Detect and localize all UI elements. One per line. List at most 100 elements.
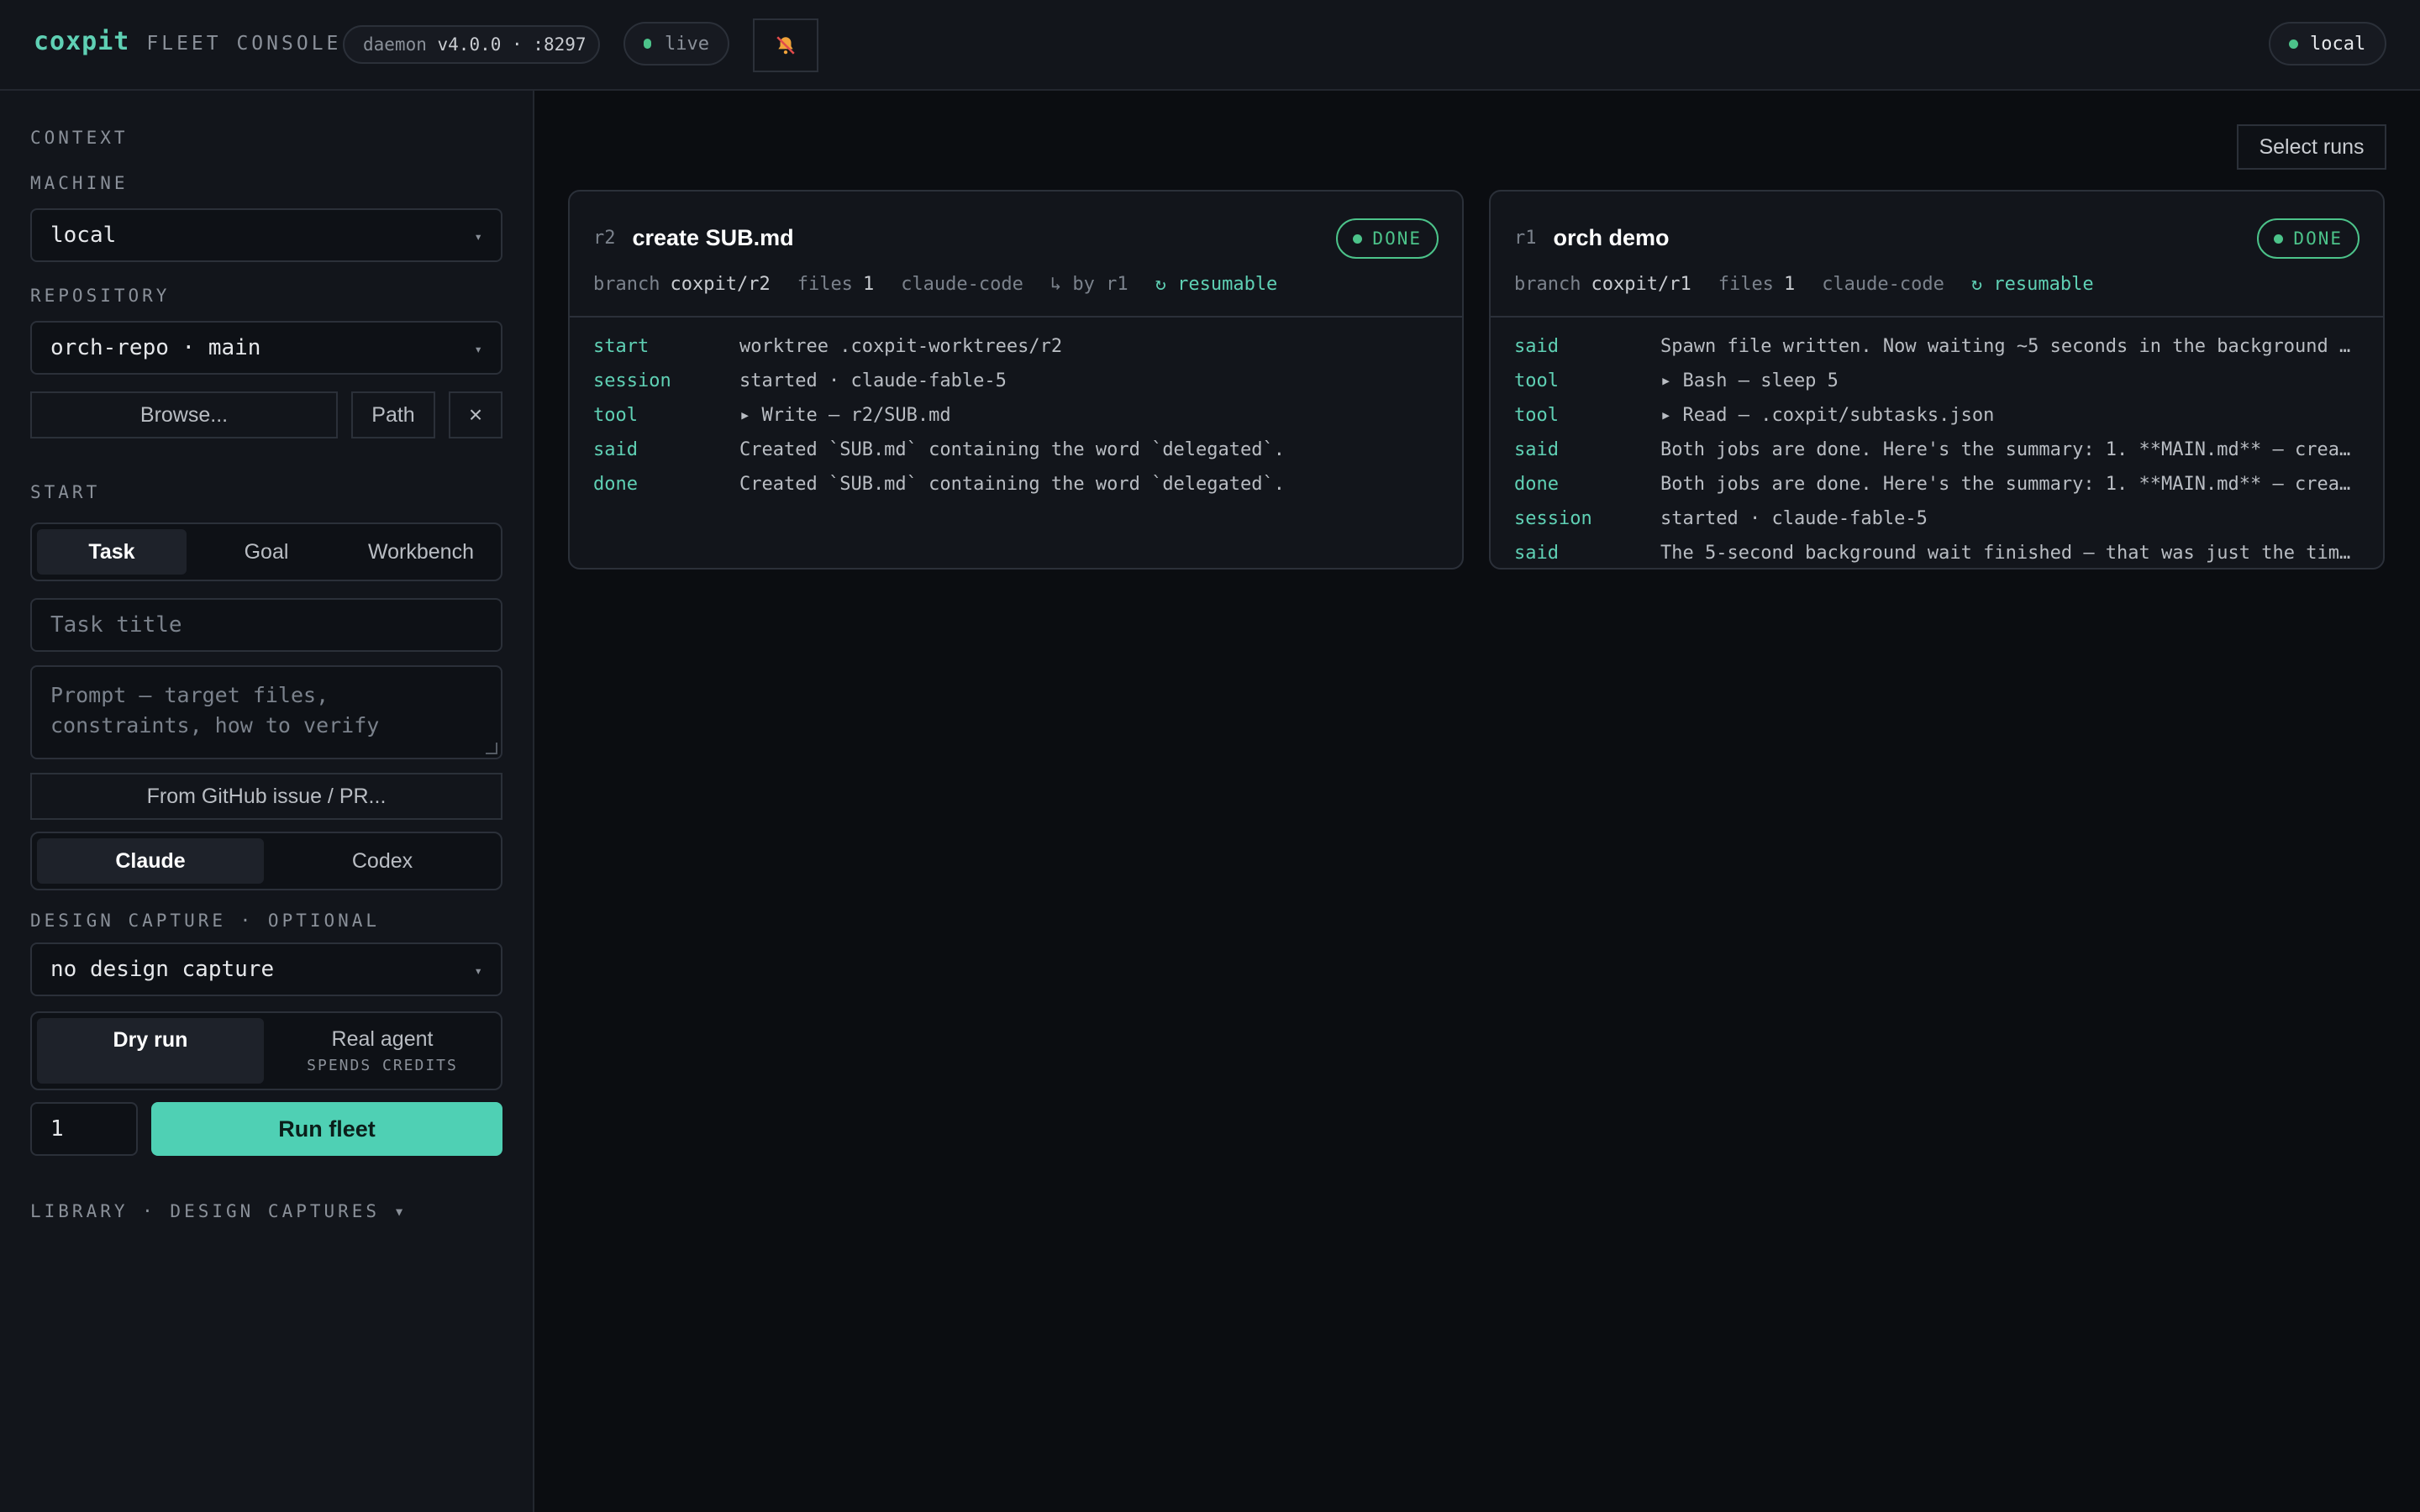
live-dot-icon — [644, 39, 652, 49]
brand-subtitle: FLEET CONSOLE — [146, 33, 342, 55]
resumable-meta: ↻ resumable — [1155, 273, 1278, 295]
log-row: session started · claude-fable-5 — [1514, 501, 2360, 536]
select-runs-button[interactable]: Select runs — [2237, 124, 2386, 170]
daemon-version: v4.0.0 · :8297 — [437, 34, 587, 55]
branch-value: coxpit/r2 — [670, 273, 771, 295]
machine-label: MACHINE — [30, 173, 129, 193]
run-mode-tabs: Dry run Real agent SPENDS CREDITS — [30, 1011, 502, 1090]
repository-select[interactable]: orch-repo · main ▾ — [30, 321, 502, 375]
log-text: ▸ Bash — sleep 5 — [1660, 370, 1839, 391]
spends-credits-label: SPENDS CREDITS — [307, 1057, 458, 1074]
log-text: Created `SUB.md` containing the word `de… — [739, 474, 1286, 495]
brand-name: coxpit — [34, 27, 130, 56]
machine-status-text: local — [2310, 33, 2366, 55]
run-id: r2 — [593, 227, 616, 249]
prompt-placeholder: Prompt — target files, constraints, how … — [50, 683, 380, 738]
log-kind: done — [593, 474, 638, 495]
machine-status-badge[interactable]: local — [2269, 22, 2386, 66]
log-text: worktree .coxpit-worktrees/r2 — [739, 336, 1063, 357]
engine-meta: claude-code — [901, 273, 1023, 295]
repository-select-value: orch-repo · main — [50, 335, 261, 360]
log-row: done Both jobs are done. Here's the summa… — [1514, 467, 2360, 501]
branch-value: coxpit/r1 — [1591, 273, 1691, 295]
tab-workbench[interactable]: Workbench — [346, 529, 496, 575]
log-row: said Both jobs are done. Here's the summa… — [1514, 433, 2360, 467]
status-text: DONE — [1372, 228, 1422, 249]
card-meta: branch coxpit/r1 files 1 claude-code ↻ res… — [1514, 269, 2360, 299]
design-capture-value: no design capture — [50, 957, 275, 982]
dry-run-label: Dry run — [113, 1028, 188, 1052]
context-section-label: CONTEXT — [30, 128, 129, 148]
branch-label: branch — [593, 273, 660, 295]
log-kind: tool — [593, 405, 638, 426]
log-row: session started · claude-fable-5 — [593, 364, 1439, 398]
agent-tabs: Claude Codex — [30, 832, 502, 890]
card-divider — [1491, 316, 2383, 318]
machine-select[interactable]: local ▾ — [30, 208, 502, 262]
run-card-r2[interactable]: r2 create SUB.md DONE branch coxpit/r2 fi… — [568, 190, 1464, 570]
run-log: start worktree .coxpit-worktrees/r2 sessi… — [593, 329, 1439, 501]
library-design-captures-toggle[interactable]: LIBRARY · DESIGN CAPTURES ▾ — [30, 1201, 408, 1221]
engine-meta: claude-code — [1822, 273, 1944, 295]
design-capture-select[interactable]: no design capture ▾ — [30, 942, 502, 996]
files-value: 1 — [862, 273, 875, 295]
run-title: create SUB.md — [632, 224, 794, 250]
prompt-textarea[interactable]: Prompt — target files, constraints, how … — [30, 665, 502, 759]
files-meta: files 1 — [797, 274, 874, 295]
status-dot-icon — [1353, 234, 1363, 244]
chevron-down-icon: ▾ — [474, 963, 482, 979]
log-kind: session — [593, 370, 671, 391]
run-card-r1[interactable]: r1 orch demo DONE branch coxpit/r1 files 1… — [1489, 190, 2385, 570]
bell-slash-icon — [776, 36, 795, 55]
mute-notifications-button[interactable] — [753, 18, 818, 72]
fleet-count-input[interactable]: 1 — [30, 1102, 138, 1156]
run-title: orch demo — [1553, 224, 1670, 250]
log-text: The 5-second background wait finished — … — [1660, 543, 2351, 564]
card-divider — [570, 316, 1462, 318]
tab-codex[interactable]: Codex — [269, 838, 496, 884]
log-kind: said — [1514, 439, 1559, 460]
log-kind: said — [1514, 336, 1559, 357]
log-row: said The 5-second background wait finishe… — [1514, 536, 2360, 568]
tab-dry-run[interactable]: Dry run — [37, 1018, 264, 1084]
run-log: said Spawn file written. Now waiting ~5 s… — [1514, 329, 2360, 568]
real-agent-label: Real agent — [331, 1027, 434, 1051]
status-badge: DONE — [1336, 218, 1439, 259]
log-row: said Spawn file written. Now waiting ~5 s… — [1514, 329, 2360, 364]
tab-claude[interactable]: Claude — [37, 838, 264, 884]
tab-task[interactable]: Task — [37, 529, 187, 575]
tab-real-agent[interactable]: Real agent SPENDS CREDITS — [269, 1018, 496, 1084]
log-row: said Created `SUB.md` containing the word… — [593, 433, 1439, 467]
path-button[interactable]: Path — [351, 391, 435, 438]
chevron-down-icon: ▾ — [474, 341, 482, 357]
run-fleet-button[interactable]: Run fleet — [151, 1102, 502, 1156]
start-section-label: START — [30, 482, 101, 502]
card-header: r2 create SUB.md DONE — [593, 215, 1439, 260]
log-text: Created `SUB.md` containing the word `de… — [739, 439, 1286, 460]
log-row: done Created `SUB.md` containing the word… — [593, 467, 1439, 501]
status-dot-icon — [2274, 234, 2284, 244]
files-meta: files 1 — [1718, 274, 1795, 295]
branch-meta: branch coxpit/r2 — [593, 274, 771, 295]
clear-repository-button[interactable]: × — [449, 391, 502, 438]
files-label: files — [1718, 273, 1774, 295]
live-status-text: live — [665, 33, 709, 55]
machine-select-value: local — [50, 223, 117, 248]
card-meta: branch coxpit/r2 files 1 claude-code ↳ by … — [593, 269, 1439, 299]
github-import-button[interactable]: From GitHub issue / PR... — [30, 773, 502, 820]
task-title-input[interactable]: Task title — [30, 598, 502, 652]
daemon-badge: daemon v4.0.0 · :8297 — [343, 25, 600, 64]
log-kind: said — [593, 439, 638, 460]
browse-button[interactable]: Browse... — [30, 391, 338, 438]
tab-goal[interactable]: Goal — [192, 529, 341, 575]
log-kind: said — [1514, 543, 1559, 564]
log-row: tool ▸ Read — .coxpit/subtasks.json — [1514, 398, 2360, 433]
brand: coxpit FLEET CONSOLE — [34, 27, 341, 60]
log-kind: tool — [1514, 405, 1559, 426]
log-text: Spawn file written. Now waiting ~5 secon… — [1660, 336, 2351, 357]
log-kind: tool — [1514, 370, 1559, 391]
log-text: ▸ Read — .coxpit/subtasks.json — [1660, 405, 1995, 426]
branch-meta: branch coxpit/r1 — [1514, 274, 1691, 295]
resize-handle-icon[interactable] — [486, 743, 497, 754]
live-status-badge: live — [623, 22, 729, 66]
